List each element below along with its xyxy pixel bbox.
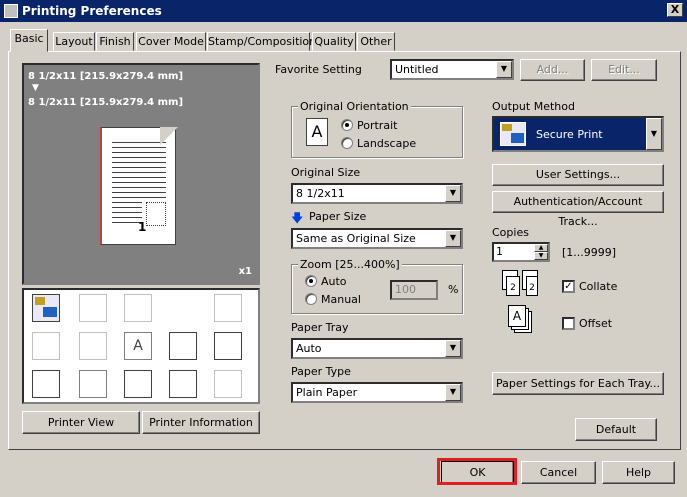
print-preview: 8 1/2x11 [215.9x279.4 mm] ▼ 8 1/2x11 [21… [22, 63, 260, 285]
page-preview-icon: 1 [100, 127, 178, 245]
booklet-icon[interactable] [32, 332, 60, 360]
preview-original-size: 8 1/2x11 [215.9x279.4 mm] [28, 71, 184, 82]
favorite-setting-value: Untitled [395, 63, 439, 76]
chevron-down-icon: ▼ [445, 230, 461, 247]
zoom-manual-radio[interactable] [305, 293, 317, 305]
duplex-icon[interactable] [124, 294, 152, 322]
ok-highlight [437, 458, 517, 485]
tab-quality[interactable]: Quality [312, 32, 356, 51]
paper-tray-label: Paper Tray [291, 321, 349, 334]
combination-icon[interactable] [79, 332, 107, 360]
orientation-preview-icon: A [306, 118, 328, 146]
printer-view-button[interactable]: Printer View [22, 411, 140, 434]
chevron-down-icon: ▼ [445, 384, 461, 401]
cover-sheet-icon[interactable] [32, 370, 60, 398]
collate-label: Collate [579, 280, 618, 293]
tab-finish[interactable]: Finish [96, 32, 134, 51]
add-favorite-button[interactable]: Add... [520, 59, 585, 81]
tab-basic[interactable]: Basic [10, 29, 48, 52]
chevron-down-icon: ▼ [496, 61, 512, 78]
preview-page-number: 1 [138, 220, 147, 234]
output-method-select[interactable]: Secure Print ▼ [492, 116, 664, 152]
staple-icon[interactable] [79, 294, 107, 322]
copy-protect-icon[interactable] [214, 332, 242, 360]
punch-icon[interactable] [214, 294, 242, 322]
help-button[interactable]: Help [602, 461, 675, 484]
tab-layout[interactable]: Layout [53, 32, 95, 51]
tab-other[interactable]: Other [357, 32, 395, 51]
paper-settings-tray-button[interactable]: Paper Settings for Each Tray... [492, 372, 664, 395]
zoom-unit: % [448, 283, 459, 296]
edit-favorite-button[interactable]: Edit... [591, 59, 657, 81]
paper-tray-select[interactable]: Auto ▼ [291, 338, 463, 359]
page-number-icon[interactable] [214, 370, 242, 398]
copies-up-icon[interactable]: ▲ [534, 244, 548, 252]
landscape-label: Landscape [357, 137, 417, 150]
date-time-icon[interactable] [169, 370, 197, 398]
zoom-label: Zoom [25...400%] [298, 258, 402, 271]
zoom-manual-label: Manual [321, 293, 361, 306]
landscape-radio[interactable] [341, 137, 353, 149]
orientation-label: Original Orientation [298, 100, 411, 113]
preview-scale: x1 [238, 266, 252, 277]
paper-type-label: Paper Type [291, 365, 351, 378]
window-title: Printing Preferences [22, 4, 162, 18]
chevron-down-icon: ▼ [445, 340, 461, 357]
paper-tray-value: Auto [296, 342, 322, 355]
paper-type-value: Plain Paper [296, 386, 358, 399]
paper-size-label: Paper Size [309, 210, 367, 223]
copies-range: [1...9999] [562, 246, 617, 259]
watermark-icon[interactable]: A [124, 332, 152, 360]
paper-size-select[interactable]: Same as Original Size ▼ [291, 228, 463, 249]
favorite-setting-select[interactable]: Untitled ▼ [390, 59, 514, 80]
copies-label: Copies [492, 226, 529, 239]
chevron-down-icon: ▼ [646, 118, 662, 150]
original-size-value: 8 1/2x11 [296, 187, 345, 200]
portrait-radio[interactable] [341, 119, 353, 131]
tab-stamp-composition[interactable]: Stamp/Composition [207, 32, 316, 51]
arrow-down-icon: ▼ [32, 83, 39, 93]
title-bar: Printing Preferences X [0, 0, 687, 22]
close-button[interactable]: X [667, 3, 683, 17]
printer-information-button[interactable]: Printer Information [142, 411, 260, 434]
tab-cover-mode[interactable]: Cover Mode [136, 32, 206, 51]
printer-icon [4, 4, 18, 18]
secure-print-icon [500, 122, 526, 146]
favorite-setting-label: Favorite Setting [275, 63, 362, 76]
output-method-label: Output Method [492, 100, 575, 113]
zoom-value-input[interactable]: 100 [390, 280, 438, 300]
output-method-value: Secure Print [536, 128, 603, 141]
original-size-label: Original Size [291, 166, 361, 179]
user-auth-icon[interactable] [124, 370, 152, 398]
function-icon-pane: A [22, 288, 260, 404]
portrait-label: Portrait [357, 119, 398, 132]
default-button[interactable]: Default [575, 418, 657, 441]
arrow-down-blue-icon: 🡇 [291, 211, 304, 225]
user-settings-button[interactable]: User Settings... [492, 164, 664, 186]
copies-down-icon[interactable]: ▼ [534, 252, 548, 260]
collate-checkbox[interactable]: ✓ [562, 280, 575, 293]
copies-input[interactable]: 1 ▲ ▼ [492, 242, 550, 262]
paper-size-value: Same as Original Size [296, 232, 416, 245]
overlay-icon[interactable] [169, 332, 197, 360]
chevron-down-icon: ▼ [445, 185, 461, 202]
zoom-value: 100 [395, 283, 416, 296]
zoom-auto-label: Auto [321, 275, 347, 288]
account-icon[interactable] [79, 370, 107, 398]
zoom-auto-radio[interactable] [305, 275, 317, 287]
original-size-select[interactable]: 8 1/2x11 ▼ [291, 183, 463, 204]
paper-type-select[interactable]: Plain Paper ▼ [291, 382, 463, 403]
offset-checkbox[interactable] [562, 317, 575, 330]
collate-preview-icon: 2 2 [502, 270, 538, 298]
cancel-button[interactable]: Cancel [521, 461, 596, 484]
offset-preview-icon: A [508, 305, 534, 335]
offset-label: Offset [579, 317, 613, 330]
preview-paper-size: 8 1/2x11 [215.9x279.4 mm] [28, 97, 184, 108]
authentication-button[interactable]: Authentication/Account Track... [492, 191, 664, 228]
copies-value: 1 [496, 245, 503, 258]
secure-print-icon[interactable] [32, 294, 60, 322]
